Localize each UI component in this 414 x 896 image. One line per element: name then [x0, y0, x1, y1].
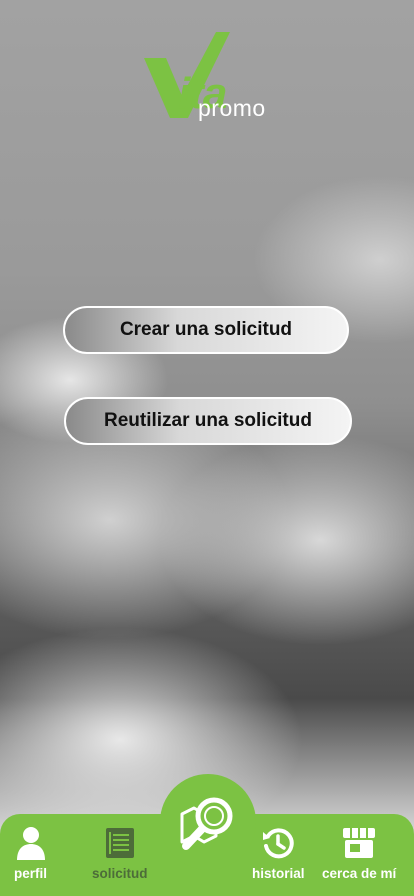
reuse-request-label: Reutilizar una solicitud [104, 410, 312, 431]
tab-cerca-de-mi-label: cerca de mí [322, 866, 397, 881]
logo-subtitle: promo [198, 95, 266, 121]
store-icon [343, 828, 376, 858]
search-map-icon [180, 797, 233, 850]
tab-perfil[interactable]: perfil [14, 826, 47, 881]
tab-historial-label: historial [252, 866, 305, 881]
tab-perfil-label: perfil [14, 866, 48, 881]
history-icon [263, 828, 294, 859]
background-photo [0, 0, 414, 896]
create-request-label: Crear una solicitud [119, 319, 293, 340]
tab-cerca-de-mi[interactable]: cerca de mí [322, 826, 396, 881]
tab-solicitud-label: solicitud [92, 866, 148, 881]
center-tab-button[interactable] [160, 774, 256, 870]
app-logo: ita promo [140, 28, 280, 124]
tab-historial[interactable]: historial [252, 826, 305, 881]
document-icon [105, 828, 134, 858]
create-request-button[interactable]: Crear una solicitud [63, 306, 349, 354]
reuse-request-button[interactable]: Reutilizar una solicitud [64, 397, 352, 445]
tab-solicitud[interactable]: solicitud [92, 826, 148, 881]
person-icon [16, 827, 45, 860]
